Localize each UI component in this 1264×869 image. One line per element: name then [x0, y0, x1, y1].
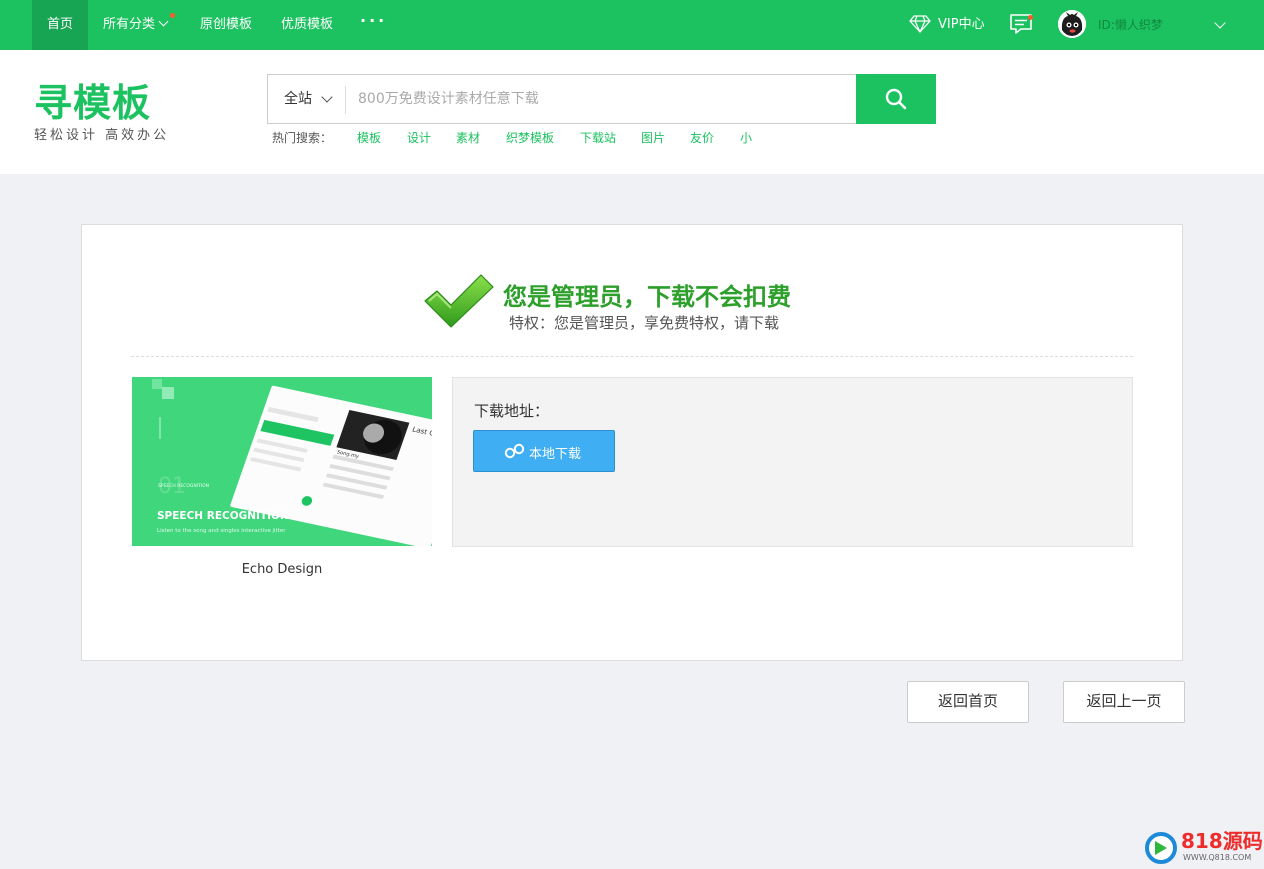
- thumbnail-image: 01 SPEECH RECOGNITION Last Classic Song.…: [132, 377, 432, 546]
- thumbnail-caption: Echo Design: [241, 562, 323, 577]
- hot-search-link[interactable]: 友价: [690, 129, 714, 146]
- hot-search-link[interactable]: 图片: [641, 129, 665, 146]
- watermark-logo: 818源码 WWW.Q818.COM: [1145, 829, 1263, 865]
- site-slogan: 轻松设计 高效办公: [34, 128, 170, 143]
- page-title: 您是管理员，下载不会扣费: [503, 283, 791, 311]
- avatar[interactable]: [1058, 10, 1086, 38]
- chevron-down-icon[interactable]: [321, 91, 333, 103]
- nav-all-categories[interactable]: 所有分类: [103, 0, 169, 50]
- hot-search-label: 热门搜索：: [272, 131, 333, 145]
- local-download-label: 本地下载: [529, 446, 582, 461]
- hot-search-link[interactable]: 小: [740, 129, 752, 146]
- link-icon: [504, 443, 525, 459]
- page-subtitle: 特权：您是管理员，享免费特权，请下载: [509, 314, 780, 332]
- hot-search-link[interactable]: 下载站: [580, 129, 616, 146]
- hot-search-link[interactable]: 模板: [357, 129, 381, 146]
- message-badge-dot: [1028, 15, 1033, 20]
- thumbnail-small-label: SPEECH RECOGNITION: [158, 483, 209, 489]
- user-id-label[interactable]: ID:懒人织梦: [1098, 0, 1163, 50]
- dashed-divider: [131, 356, 1133, 357]
- watermark-url: WWW.Q818.COM: [1183, 853, 1252, 862]
- download-card: 您是管理员，下载不会扣费 特权：您是管理员，享免费特权，请下载 01 SPEEC…: [81, 224, 1183, 661]
- checkmark-icon: [424, 274, 494, 328]
- hot-search-link[interactable]: 素材: [456, 129, 480, 146]
- chevron-down-icon[interactable]: [1214, 17, 1226, 29]
- local-download-button[interactable]: 本地下载: [473, 430, 615, 472]
- diamond-icon: [909, 15, 931, 33]
- site-logo[interactable]: 寻模板: [34, 72, 151, 127]
- template-thumbnail[interactable]: 01 SPEECH RECOGNITION Last Classic Song.…: [132, 377, 432, 546]
- site-header: 寻模板 轻松设计 高效办公 全站 热门搜索： 模板 设计 素材 织梦模板 下载站…: [0, 50, 1264, 174]
- vip-center-link[interactable]: VIP中心: [909, 0, 985, 50]
- nav-more-button[interactable]: ···: [360, 0, 387, 46]
- hot-search-link[interactable]: 设计: [407, 129, 431, 146]
- nav-original-templates[interactable]: 原创模板: [200, 0, 252, 50]
- download-panel: 下载地址： 本地下载: [452, 377, 1133, 547]
- chevron-down-icon: [158, 16, 169, 27]
- nav-all-categories-label: 所有分类: [103, 17, 156, 32]
- search-scope-select[interactable]: 全站: [284, 75, 312, 123]
- hot-search-link[interactable]: 织梦模板: [506, 129, 554, 146]
- thumbnail-heading: SPEECH RECOGNITION: [157, 510, 289, 522]
- search-button[interactable]: [856, 74, 936, 124]
- thumbnail-desc: Listen to the song and singles interacti…: [157, 528, 286, 534]
- search-icon: [885, 88, 907, 110]
- search-input[interactable]: [358, 75, 848, 123]
- nav-quality-templates[interactable]: 优质模板: [281, 0, 333, 50]
- watermark-brand: 818源码: [1181, 829, 1263, 853]
- back-home-button[interactable]: 返回首页: [907, 681, 1029, 723]
- nav-home[interactable]: 首页: [32, 0, 88, 50]
- search-divider: [345, 86, 346, 114]
- notification-dot: [170, 13, 175, 18]
- top-nav-bar: 首页 所有分类 原创模板 优质模板 ··· VIP中心 ID:懒人织梦: [0, 0, 1264, 50]
- back-previous-button[interactable]: 返回上一页: [1063, 681, 1185, 723]
- play-icon: [1155, 841, 1167, 855]
- avatar-image: [1058, 10, 1086, 38]
- download-address-label: 下载地址：: [474, 402, 550, 420]
- search-bar: 全站: [267, 74, 936, 124]
- vip-center-label: VIP中心: [938, 17, 985, 32]
